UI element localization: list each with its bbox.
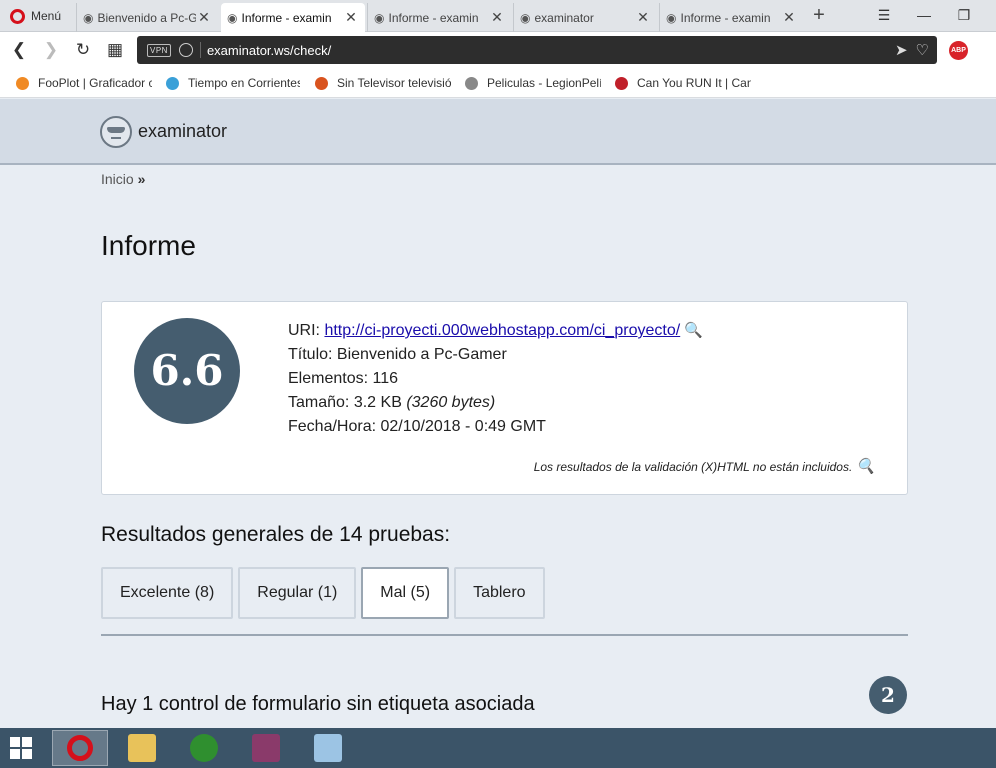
tab-informe-active[interactable]: ◉ Informe - examin ✕ [221,3,365,32]
close-tab-icon[interactable]: ✕ [781,9,797,26]
tab-bienvenido[interactable]: ◉ Bienvenido a Pc-G ✕ [76,3,218,32]
vpn-badge[interactable]: VPN [147,43,171,57]
page-title-value: Bienvenido a Pc-Gamer [336,346,507,363]
url-field[interactable]: VPN examinator.ws/check/ ➤ ♡ [137,36,937,64]
datetime-row: Fecha/Hora: 02/10/2018 - 0:49 GMT [288,418,546,435]
close-tab-icon[interactable]: ✕ [489,9,505,26]
winrar-icon [252,734,280,762]
taskbar-winrar[interactable] [238,730,294,766]
minimize-icon[interactable]: — [909,4,939,26]
size-row: Tamaño: 3.2 KB (3260 bytes) [288,394,496,411]
reload-icon[interactable]: ↻ [72,38,94,62]
bookmarks-bar: FooPlot | Graficador c Tiempo en Corrien… [0,68,996,98]
new-tab-plus-icon[interactable]: + [808,4,830,28]
back-arrow-icon[interactable]: ❮ [8,38,30,62]
taskbar-media-app[interactable] [176,730,232,766]
spy-favicon-icon: ◉ [520,10,531,25]
report-summary-card: 6.6 URI: http://ci-proyecti.000webhostap… [101,301,908,495]
site-title[interactable]: examinator [138,121,227,142]
bookmark-fooplot[interactable]: FooPlot | Graficador c [16,75,152,91]
tab-mal[interactable]: Mal (5) [361,567,450,619]
results-heading: Resultados generales de 14 pruebas: [101,523,451,546]
close-tab-icon[interactable]: ✕ [635,9,651,26]
bookmark-can-you-run-it[interactable]: Can You RUN It | Can [615,75,751,91]
tab-informe-2[interactable]: ◉ Informe - examin ✕ [367,3,511,32]
adblock-plus-icon[interactable]: ABP [949,41,968,60]
size-bytes-value: (3260 bytes) [406,394,496,411]
tab-regular[interactable]: Regular (1) [238,567,357,619]
results-filter-tabs: Excelente (8) Regular (1) Mal (5) Tabler… [101,567,550,619]
spy-favicon-icon: ◉ [83,10,94,25]
tab-excelente[interactable]: Excelente (8) [101,567,234,619]
fooplot-favicon-icon [16,76,29,90]
address-bar: ❮ ❯ ↻ ▦ VPN examinator.ws/check/ ➤ ♡ ABP [0,32,996,68]
magnifier-icon[interactable]: 🔍 [856,457,875,475]
url-text[interactable]: examinator.ws/check/ [207,43,895,58]
report-info: URI: http://ci-proyecti.000webhostapp.co… [288,319,703,439]
elements-row: Elementos: 116 [288,370,399,387]
windows-taskbar [0,728,996,768]
magnifier-icon[interactable]: 🔍 [684,319,703,343]
opera-app-icon [67,735,93,761]
menu-label: Menú [31,9,62,23]
url-separator [199,42,201,58]
forward-arrow-icon[interactable]: ❯ [40,38,62,62]
restore-icon[interactable]: ❐ [949,4,979,26]
bookmark-sin-televisor[interactable]: Sin Televisor televisió [315,75,451,91]
tab-menu-icon[interactable]: ☰ [869,4,899,26]
uri-row: URI: http://ci-proyecti.000webhostapp.co… [288,319,703,343]
breadcrumb-home-link[interactable]: Inicio [101,171,134,187]
taskbar-opera[interactable] [52,730,108,766]
send-arrow-icon[interactable]: ➤ [895,41,908,59]
breadcrumb-separator: » [137,171,146,187]
site-header: examinator [0,99,996,165]
datetime-value: 02/10/2018 - 0:49 GMT [380,418,546,435]
browser-tab-bar: Menú ◉ Bienvenido a Pc-G ✕ ◉ Informe - e… [0,0,996,32]
close-tab-icon[interactable]: ✕ [196,9,212,26]
film-reel-favicon-icon [465,76,478,90]
size-value: 3.2 KB [353,394,402,411]
taskbar-file-explorer[interactable] [114,730,170,766]
issue-heading: Hay 1 control de formulario sin etiqueta… [101,693,535,715]
tab-tablero[interactable]: Tablero [454,567,545,619]
breadcrumb: Inicio » [101,171,145,187]
media-app-icon [190,734,218,762]
issue-count-badge: 2 [869,676,907,714]
validation-note: Los resultados de la validación (X)HTML … [533,457,875,475]
canyourunit-favicon-icon [615,76,628,90]
bookmark-peliculas[interactable]: Peliculas - LegionPelí [465,75,601,91]
section-divider [101,634,908,636]
opera-menu-button[interactable]: Menú [0,0,74,32]
taskbar-notepad[interactable] [300,730,356,766]
folder-icon [128,734,156,762]
opera-logo-icon [10,8,25,24]
close-tab-icon[interactable]: ✕ [343,9,359,26]
spy-favicon-icon: ◉ [666,10,677,25]
heart-bookmark-icon[interactable]: ♡ [916,41,929,59]
score-badge: 6.6 [134,318,240,424]
web-page: examinator Inicio » Informe 6.6 URI: htt… [0,99,996,728]
examinator-logo-icon[interactable] [100,116,132,148]
spy-favicon-icon: ◉ [374,10,385,25]
windows-start-icon[interactable] [10,737,32,759]
notepad-icon [314,734,342,762]
speed-dial-grid-icon[interactable]: ▦ [104,38,126,62]
title-row: Título: Bienvenido a Pc-Gamer [288,346,507,363]
spy-favicon-icon: ◉ [227,10,238,25]
tab-informe-3[interactable]: ◉ Informe - examin ✕ [659,3,803,32]
weather-favicon-icon [166,76,179,90]
gear-favicon-icon [315,76,328,90]
elements-value: 116 [372,370,399,387]
tab-examinator[interactable]: ◉ examinator ✕ [513,3,657,32]
bookmark-tiempo[interactable]: Tiempo en Corrientes [166,75,300,91]
uri-link[interactable]: http://ci-proyecti.000webhostapp.com/ci_… [324,322,680,339]
globe-icon [178,43,193,57]
page-title: Informe [101,230,196,261]
